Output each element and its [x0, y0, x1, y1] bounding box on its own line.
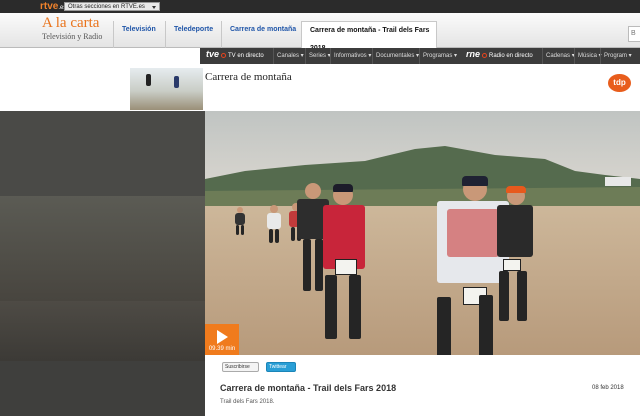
other-sections-dropdown[interactable]: Otras secciones en RTVE.es — [64, 2, 160, 11]
nav-programas[interactable]: Programas ▾ — [419, 48, 457, 64]
radio-live-link[interactable]: Radio en directo — [482, 48, 533, 64]
video-duration: 09.39 min — [208, 346, 236, 352]
tdp-channel-logo[interactable]: tdp — [608, 74, 631, 92]
nav-musica[interactable]: Música ▾ — [574, 48, 602, 64]
brand-subtitle: Televisión y Radio — [42, 32, 103, 41]
nav-canales[interactable]: Canales ▾ — [273, 48, 304, 64]
tv-live-link[interactable]: TV en directo — [221, 48, 264, 64]
tweet-button[interactable]: Twittear — [266, 362, 296, 372]
video-date: 08 feb 2018 — [592, 385, 624, 391]
video-description: Trail dels Fars 2018. — [220, 399, 275, 405]
program-thumbnail[interactable] — [130, 68, 203, 110]
tab-trail-dels-fars[interactable]: Carrera de montaña - Trail dels Fars 201… — [301, 21, 437, 52]
nav-cadenas[interactable]: Cadenas ▾ — [542, 48, 575, 64]
rne-logo[interactable]: rne — [466, 49, 480, 59]
video-player[interactable] — [205, 111, 640, 355]
nav-series[interactable]: Series ▾ — [305, 48, 331, 64]
overlay-hill-shape — [0, 196, 205, 301]
channel-nav: tve TV en directo Canales ▾ Series ▾ Inf… — [200, 48, 640, 64]
runner-figure — [174, 76, 179, 88]
overlay-sand-shape — [0, 361, 205, 416]
overlay-beach-shape — [0, 301, 205, 361]
nav-programas-radio[interactable]: Program ▾ — [600, 48, 632, 64]
nav-documentales[interactable]: Documentales ▾ — [372, 48, 419, 64]
site-header: A la carta Televisión y Radio Televisión… — [0, 13, 640, 52]
dimmed-overlay — [0, 111, 205, 416]
tve-logo[interactable]: tve — [206, 49, 219, 59]
live-icon — [221, 53, 226, 58]
subscribe-button[interactable]: Suscribirse — [222, 362, 259, 372]
runner-figure — [146, 74, 151, 86]
nav-informativos[interactable]: Informativos ▾ — [330, 48, 371, 64]
page-title: Carrera de montaña — [205, 71, 292, 83]
rtve-logo[interactable]: rtve.es — [40, 1, 66, 12]
tab-teledeporte[interactable]: Teledeporte — [165, 21, 221, 48]
search-input[interactable]: B — [628, 26, 640, 42]
top-bar: rtve.es Otras secciones en RTVE.es — [0, 0, 640, 13]
tab-television[interactable]: Televisión — [113, 21, 165, 48]
video-hill — [205, 146, 640, 211]
live-icon — [482, 53, 487, 58]
brand-title[interactable]: A la carta — [42, 16, 99, 31]
video-title: Carrera de montaña - Trail dels Fars 201… — [220, 383, 397, 393]
tab-carrera-de-montana[interactable]: Carrera de montaña — [221, 21, 301, 48]
